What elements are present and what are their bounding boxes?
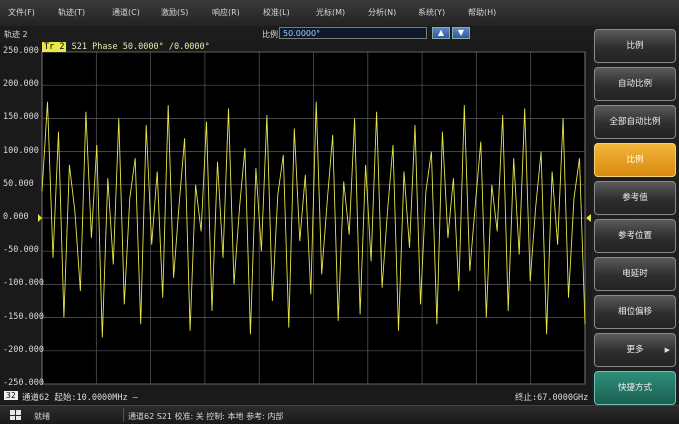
arrow-up-icon[interactable]: ▲ bbox=[432, 27, 450, 39]
softkey-label: 相位偏移 bbox=[617, 307, 652, 317]
softkey-label: 比例 bbox=[626, 155, 644, 165]
softkey-9[interactable]: 快捷方式 bbox=[594, 371, 676, 405]
y-tick-label: -50.000 bbox=[3, 245, 39, 256]
menu-item-3[interactable]: 激励(S) bbox=[161, 7, 188, 18]
y-tick-label: 0.000 bbox=[3, 212, 29, 222]
softkey-3[interactable]: 比例 bbox=[594, 143, 676, 177]
scale-label: 比例 bbox=[262, 30, 278, 39]
status-divider bbox=[123, 408, 124, 422]
y-tick-label: 150.000 bbox=[3, 112, 39, 123]
menu-item-1[interactable]: 轨迹(T) bbox=[58, 7, 85, 18]
softkey-label: 全部自动比例 bbox=[609, 117, 661, 127]
softkey-panel: 比例 自动比例 全部自动比例 比例 参考值 参考位置 电延时 相位偏移 更多 ▶ 快捷方式 bbox=[592, 26, 679, 405]
status-bar: 就绪 通道62 S21 校准: 关 控制: 本地 参考: 内部 bbox=[0, 405, 679, 424]
stop-frequency: 终止:67.0000GHz bbox=[515, 393, 589, 403]
y-tick-label: 200.000 bbox=[3, 79, 39, 90]
menu-item-9[interactable]: 帮助(H) bbox=[468, 7, 496, 18]
softkey-0[interactable]: 比例 bbox=[594, 29, 676, 63]
trace-header-text: S21 Phase 50.0000° /0.0000° bbox=[71, 42, 210, 52]
plot-area[interactable] bbox=[0, 42, 592, 389]
arrow-down-icon[interactable]: ▼ bbox=[452, 27, 470, 39]
menu-item-0[interactable]: 文件(F) bbox=[8, 7, 35, 18]
windows-start-icon[interactable] bbox=[10, 410, 22, 421]
softkey-4[interactable]: 参考值 bbox=[594, 181, 676, 215]
softkey-label: 更多 bbox=[626, 345, 644, 355]
softkey-label: 自动比例 bbox=[617, 79, 652, 89]
softkey-2[interactable]: 全部自动比例 bbox=[594, 105, 676, 139]
menu-item-4[interactable]: 响应(R) bbox=[212, 7, 240, 18]
softkey-label: 快捷方式 bbox=[617, 383, 652, 393]
status-ready: 就绪 bbox=[34, 412, 50, 421]
y-tick-label: -100.000 bbox=[3, 278, 44, 289]
trace-tag: Tr 2 bbox=[42, 42, 67, 52]
y-tick-label: -150.000 bbox=[3, 311, 44, 322]
softkey-8[interactable]: 更多 ▶ bbox=[594, 333, 676, 367]
menu-item-6[interactable]: 光标(M) bbox=[316, 7, 345, 18]
y-tick-label: -250.000 bbox=[3, 378, 44, 388]
y-tick-label: 100.000 bbox=[3, 145, 39, 156]
start-frequency: 通道62 起始:10.0000MHz — bbox=[22, 393, 138, 403]
softkey-label: 参考位置 bbox=[617, 231, 652, 241]
softkey-label: 参考值 bbox=[622, 193, 648, 203]
softkey-label: 电延时 bbox=[622, 269, 648, 279]
softkey-label: 比例 bbox=[626, 41, 644, 51]
status-info: 通道62 S21 校准: 关 控制: 本地 参考: 内部 bbox=[128, 412, 284, 421]
menu-item-7[interactable]: 分析(N) bbox=[368, 7, 396, 18]
plot-title-bar: 轨迹 2 比例 50.0000° ▲ ▼ bbox=[0, 26, 592, 42]
channel-info-bar: 32 通道62 起始:10.0000MHz — 终止:67.0000GHz bbox=[0, 389, 592, 403]
menu-item-5[interactable]: 校准(L) bbox=[263, 7, 290, 18]
softkey-5[interactable]: 参考位置 bbox=[594, 219, 676, 253]
menu-bar: 文件(F) 轨迹(T) 通道(C) 激励(S) 响应(R) 校准(L) 光标(M) 分析(N)… bbox=[0, 0, 679, 27]
softkey-7[interactable]: 相位偏移 bbox=[594, 295, 676, 329]
y-tick-label: 250.000 bbox=[3, 46, 39, 56]
softkey-6[interactable]: 电延时 bbox=[594, 257, 676, 291]
trace-title: 轨迹 2 bbox=[4, 30, 28, 39]
channel-badge: 32 bbox=[4, 391, 18, 400]
more-arrow-icon: ▶ bbox=[664, 346, 670, 354]
softkey-1[interactable]: 自动比例 bbox=[594, 67, 676, 101]
scale-input[interactable]: 50.0000° bbox=[279, 27, 427, 39]
menu-item-8[interactable]: 系统(Y) bbox=[418, 7, 445, 18]
y-tick-label: -200.000 bbox=[3, 344, 44, 355]
trace-header: Tr 2 S21 Phase 50.0000° /0.0000° bbox=[42, 42, 210, 52]
menu-item-2[interactable]: 通道(C) bbox=[112, 7, 140, 18]
y-tick-label: 50.000 bbox=[3, 178, 34, 189]
